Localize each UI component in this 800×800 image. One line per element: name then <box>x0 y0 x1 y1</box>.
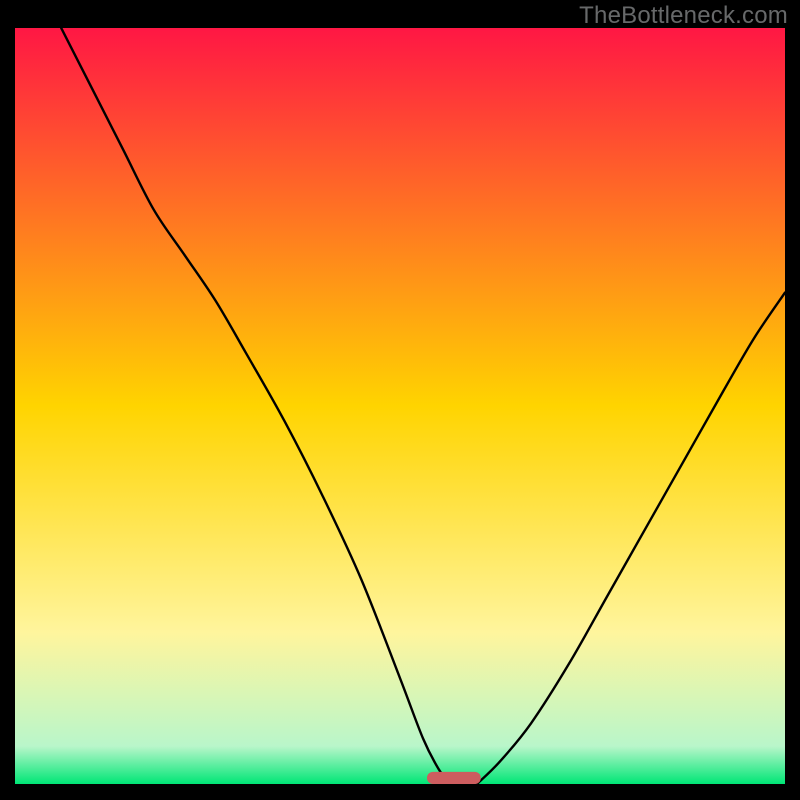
watermark-text: TheBottleneck.com <box>579 2 788 30</box>
bottleneck-chart <box>15 28 785 784</box>
chart-background-gradient <box>15 28 785 784</box>
optimal-marker <box>427 772 481 784</box>
